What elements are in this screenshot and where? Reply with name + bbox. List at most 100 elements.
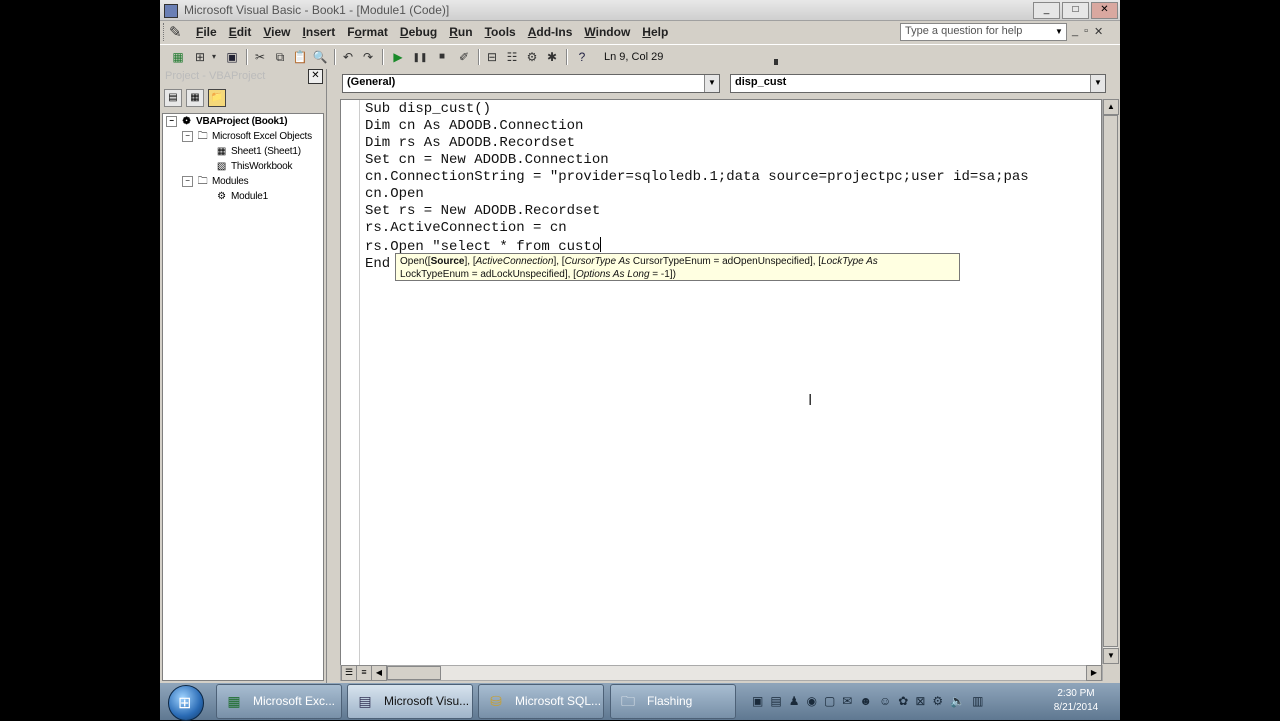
vertical-scrollbar[interactable]: ▲ ▼ [1102,99,1119,664]
code-text[interactable]: Sub disp_cust() Dim cn As ADODB.Connectio… [365,101,1029,273]
maximize-button[interactable]: □ [1062,2,1089,19]
scroll-down-button[interactable]: ▼ [1103,648,1119,664]
code-line[interactable]: Sub disp_cust() [365,101,1029,118]
procedure-combo[interactable]: disp_cust ▼ [730,74,1106,93]
object-combo[interactable]: (General) ▼ [342,74,720,93]
scroll-left-button[interactable]: ◀ [371,665,387,681]
code-line[interactable]: Set cn = New ADODB.Connection [365,152,1029,169]
menu-window[interactable]: Window [578,25,636,39]
tree-node-module1[interactable]: ⚙ Module1 [215,191,268,202]
toolbox-icon[interactable]: ✱ [544,49,560,65]
tray-app-icon[interactable]: ▤ [770,694,781,708]
menu-file[interactable]: File [190,25,223,39]
volume-icon[interactable]: 🔈 [950,694,965,708]
cut-icon[interactable]: ✂ [252,49,268,65]
properties-icon[interactable]: ☷ [504,49,520,65]
chevron-down-icon[interactable]: ▼ [1053,24,1065,40]
code-line[interactable]: Set rs = New ADODB.Recordset [365,203,1029,220]
collapse-icon[interactable]: − [182,176,193,187]
menu-format[interactable]: Format [341,25,394,39]
menu-edit[interactable]: Edit [223,25,258,39]
code-line[interactable]: rs.ActiveConnection = cn [365,220,1029,237]
break-icon[interactable]: ❚❚ [412,49,428,65]
code-editor[interactable]: Sub disp_cust() Dim cn As ADODB.Connectio… [340,99,1102,666]
save-icon[interactable]: ▣ [224,49,240,65]
procedure-view-button[interactable]: ☰ [341,665,357,681]
task-excel[interactable]: ▦ Microsoft Exc... [216,684,342,719]
menu-add-ins[interactable]: Add-Ins [522,25,579,39]
tray-app-icon[interactable]: ✉ [842,694,852,708]
task-vba[interactable]: ▤ Microsoft Visu... [347,684,473,719]
copy-icon[interactable]: ⧉ [272,49,288,65]
tree-node-sheet1[interactable]: ▦ Sheet1 (Sheet1) [215,146,301,157]
vertical-scroll-thumb[interactable] [1103,115,1118,647]
mdi-restore-button[interactable]: ▫ [1084,25,1088,38]
task-flashing[interactable]: 🗀 Flashing [610,684,736,719]
menu-view[interactable]: View [257,25,296,39]
tray-app-icon[interactable]: ✿ [898,694,908,708]
chevron-down-icon[interactable]: ▼ [704,75,719,92]
menu-tools[interactable]: Tools [479,25,522,39]
tree-node-thisworkbook[interactable]: ▧ ThisWorkbook [215,161,293,172]
start-button[interactable]: ⊞ [168,685,204,721]
mdi-minimize-button[interactable]: _ [1072,25,1078,38]
undo-icon[interactable]: ↶ [340,49,356,65]
tray-app-icon[interactable]: ⚙ [932,694,943,708]
menu-help[interactable]: Help [636,25,674,39]
tray-app-icon[interactable]: ⊠ [915,694,925,708]
collapse-icon[interactable]: − [182,131,193,142]
scroll-right-button[interactable]: ▶ [1086,665,1102,681]
project-explorer: Project - VBAProject ✕ ▤ ▦ 📁 − ❁ VBAProjec… [160,69,326,683]
view-excel-icon[interactable]: ▦ [170,49,186,65]
network-icon[interactable]: ▥ [972,694,983,708]
view-object-button[interactable]: ▦ [186,89,204,107]
tray-app-icon[interactable]: ☻ [859,694,872,708]
full-module-view-button[interactable]: ≡ [356,665,372,681]
run-icon[interactable]: ▶ [390,49,406,65]
tree-node-modules[interactable]: − 🗀 Modules [182,176,249,187]
mdi-close-button[interactable]: ✕ [1094,25,1103,38]
toolbar-separator [478,49,480,65]
menu-debug[interactable]: Debug [394,25,443,39]
tray-app-icon[interactable]: ▢ [824,694,835,708]
find-icon[interactable]: 🔍 [312,49,328,65]
tray-app-icon[interactable]: ☺ [879,694,891,708]
indicator-margin[interactable] [341,100,360,665]
task-sql[interactable]: ⛁ Microsoft SQL... [478,684,604,719]
object-browser-icon[interactable]: ⚙ [524,49,540,65]
ask-question-box[interactable]: Type a question for help ▼ [900,23,1067,41]
chevron-down-icon[interactable]: ▾ [206,49,222,65]
tray-app-icon[interactable]: ◉ [806,694,816,708]
redo-icon[interactable]: ↷ [360,49,376,65]
toolbar-separator [382,49,384,65]
code-line[interactable]: Dim rs As ADODB.Recordset [365,135,1029,152]
reset-icon[interactable]: ■ [434,49,450,65]
toolbar-options-icon[interactable] [774,59,778,65]
horizontal-scrollbar[interactable]: ☰ ≡ ◀ ▶ [340,665,1103,681]
code-line[interactable]: cn.ConnectionString = "provider=sqloledb… [365,169,1029,186]
help-icon[interactable]: ? [574,49,590,65]
chevron-down-icon[interactable]: ▼ [1090,75,1105,92]
tree-node-vbaproject[interactable]: − ❁ VBAProject (Book1) [166,116,288,127]
tray-app-icon[interactable]: ▣ [752,694,763,708]
code-line[interactable]: Dim cn As ADODB.Connection [365,118,1029,135]
minimize-button[interactable]: _ [1033,2,1060,19]
project-explorer-icon[interactable]: ⊟ [484,49,500,65]
tree-node-excel-objects[interactable]: − 🗀 Microsoft Excel Objects [182,131,312,142]
code-line[interactable]: cn.Open [365,186,1029,203]
close-button[interactable]: ✕ [1091,2,1118,19]
clock[interactable]: 2:30 PM 8/21/2014 [1042,687,1110,715]
view-code-button[interactable]: ▤ [164,89,182,107]
folder-icon: 🗀 [621,693,635,709]
toggle-folders-button[interactable]: 📁 [208,89,226,107]
menu-grip[interactable] [163,23,167,41]
design-mode-icon[interactable]: ✐ [456,49,472,65]
close-icon[interactable]: ✕ [308,69,323,84]
paste-icon[interactable]: 📋 [292,49,308,65]
menu-run[interactable]: Run [443,25,478,39]
collapse-icon[interactable]: − [166,116,177,127]
menu-insert[interactable]: Insert [297,25,342,39]
horizontal-scroll-thumb[interactable] [387,666,441,680]
scroll-up-button[interactable]: ▲ [1103,99,1119,115]
tray-app-icon[interactable]: ♟ [789,694,800,708]
